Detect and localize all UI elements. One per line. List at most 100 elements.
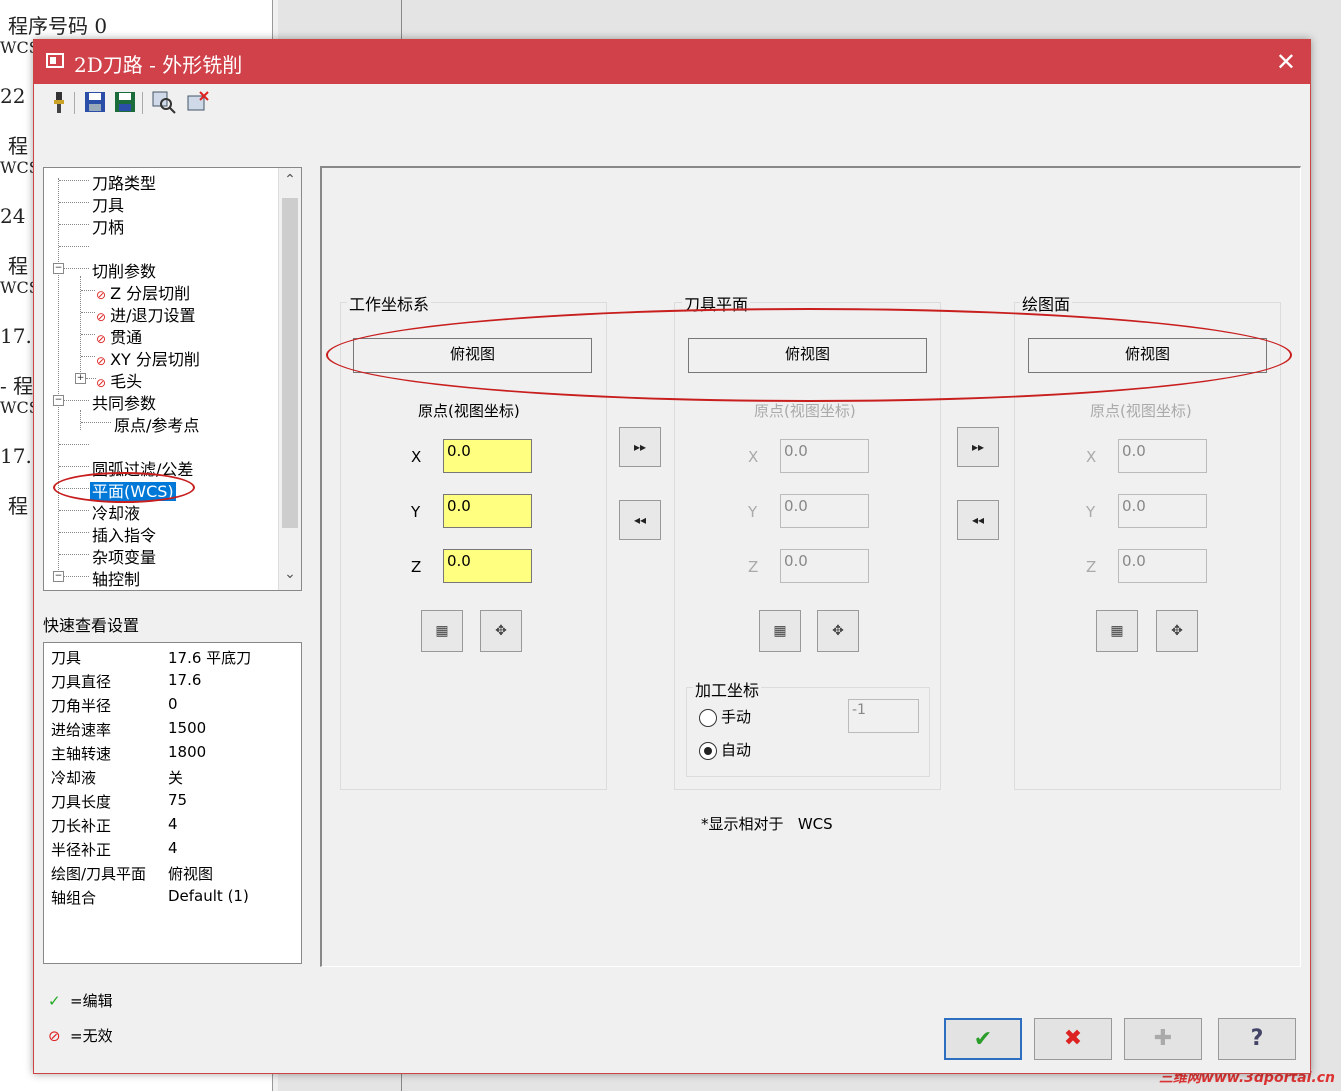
- copy-left-button[interactable]: ◂◂: [957, 500, 999, 540]
- tool-icon[interactable]: [48, 90, 70, 114]
- tree-item-tool[interactable]: 刀具: [92, 192, 124, 216]
- move-icon[interactable]: ✥: [817, 610, 859, 652]
- tree-scrollbar[interactable]: ⌃ ⌄: [278, 168, 301, 590]
- quick-view-title: 快速查看设置: [43, 616, 140, 635]
- tree-item-lead-in-out[interactable]: ⊘ 进/退刀设置: [96, 302, 195, 326]
- tree-guide: [81, 290, 95, 291]
- toolpath-dialog: 2D刀路 - 外形铣削 ✕ 刀路类型 刀具 刀柄 − 切削参数 ⊘ Z 分层切削…: [33, 39, 1311, 1074]
- tree-item-misc-values[interactable]: 杂项变量: [92, 544, 156, 568]
- tree-guide: [59, 444, 89, 445]
- tree-guide: [81, 422, 111, 423]
- copy-right-button[interactable]: ▸▸: [619, 427, 661, 467]
- wcs-z-input[interactable]: 0.0: [443, 549, 532, 583]
- scroll-down-icon[interactable]: ⌄: [279, 566, 301, 582]
- background-text: 程序号码 0: [8, 14, 108, 38]
- wcs-x-input[interactable]: 0.0: [443, 439, 532, 473]
- z-axis-label: Z: [748, 558, 759, 576]
- tree-item-axis-control[interactable]: 轴控制: [92, 566, 140, 590]
- save-all-icon[interactable]: [114, 90, 136, 114]
- tree-item-linking-params[interactable]: 共同参数: [92, 390, 156, 414]
- tree-guide: [59, 532, 89, 533]
- auto-label: 自动: [721, 741, 752, 759]
- invalid-icon: ⊘: [96, 310, 107, 324]
- construction-plane-z-input: 0.0: [1118, 549, 1207, 583]
- move-icon[interactable]: ✥: [480, 610, 522, 652]
- annotation-ellipse: [53, 472, 195, 503]
- background-text: 程: [8, 254, 28, 278]
- copy-right-button[interactable]: ▸▸: [957, 427, 999, 467]
- tool-plane-x-input: 0.0: [780, 439, 869, 473]
- expand-icon[interactable]: +: [75, 373, 86, 384]
- quick-view-table: 刀具 17.6 平底刀 刀具直径 17.6 刀角半径 0 进给速率 1500 主…: [43, 642, 302, 964]
- tree-item-label: 进/退刀设置: [110, 306, 196, 325]
- help-button[interactable]: ?: [1218, 1018, 1296, 1060]
- tree-guide: [59, 466, 89, 467]
- tree-item-holder[interactable]: 刀柄: [92, 214, 124, 238]
- quick-view-key: 绘图/刀具平面: [51, 865, 147, 883]
- tree-item-cut-params[interactable]: 切削参数: [92, 258, 156, 282]
- calculator-icon[interactable]: ▦: [1096, 610, 1138, 652]
- add-button: ✚: [1124, 1018, 1202, 1060]
- quick-view-value: 17.6: [168, 671, 202, 689]
- legend-edit: ✓ =编辑: [48, 990, 113, 1011]
- x-axis-label: X: [411, 448, 422, 466]
- quick-view-key: 刀具: [51, 649, 82, 667]
- z-axis-label: Z: [411, 558, 422, 576]
- tree-item-toolpath-type[interactable]: 刀路类型: [92, 170, 156, 194]
- tree-item-break-through[interactable]: ⊘ 贯通: [96, 324, 142, 348]
- tree-item-coolant[interactable]: 冷却液: [92, 500, 140, 524]
- quick-view-value: 75: [168, 791, 188, 809]
- tree-item-z-depth[interactable]: ⊘ Z 分层切削: [96, 280, 190, 304]
- tree-guide: [64, 400, 89, 401]
- wcs-y-input[interactable]: 0.0: [443, 494, 532, 528]
- scroll-thumb[interactable]: [282, 198, 298, 528]
- close-button[interactable]: ✕: [1276, 48, 1296, 76]
- calculator-icon[interactable]: ▦: [421, 610, 463, 652]
- tree-guide: [80, 276, 81, 378]
- tree-item-canned-text[interactable]: 插入指令: [92, 522, 156, 546]
- tree-item-label: 毛头: [110, 372, 143, 391]
- tree-guide: [59, 224, 89, 225]
- machining-coords-title: 加工坐标: [693, 677, 762, 701]
- background-text: 17.: [0, 324, 32, 348]
- calculator-icon[interactable]: ▦: [759, 610, 801, 652]
- preview-icon[interactable]: [152, 90, 176, 114]
- tool-plane-origin-label: 原点(视图坐标): [754, 402, 856, 420]
- title-bar[interactable]: 2D刀路 - 外形铣削 ✕: [34, 40, 1310, 84]
- tree-guide: [80, 410, 81, 430]
- background-text: 22: [0, 84, 26, 108]
- legend-label: =编辑: [70, 992, 113, 1010]
- ok-button[interactable]: ✔: [944, 1018, 1022, 1060]
- radio-selected-icon: [699, 741, 717, 760]
- checkmark-icon: ✓: [48, 992, 61, 1010]
- wcs-group-title: 工作坐标系: [347, 291, 432, 315]
- tree-guide: [81, 334, 95, 335]
- delete-icon[interactable]: [186, 90, 209, 114]
- tree-guide: [64, 268, 89, 269]
- tree-item-xy-passes[interactable]: ⊘ XY 分层切削: [96, 346, 200, 370]
- move-icon[interactable]: ✥: [1156, 610, 1198, 652]
- copy-left-button[interactable]: ◂◂: [619, 500, 661, 540]
- background-text: 24: [0, 204, 26, 228]
- tree-item-tabs[interactable]: ⊘ 毛头: [96, 368, 142, 392]
- quick-view-key: 主轴转速: [51, 745, 112, 763]
- tree-item-home-ref[interactable]: 原点/参考点: [114, 412, 199, 436]
- wcs-origin-label: 原点(视图坐标): [418, 402, 520, 420]
- scroll-up-icon[interactable]: ⌃: [279, 172, 301, 188]
- quick-view-value: 17.6 平底刀: [168, 649, 252, 667]
- auto-radio[interactable]: 自动: [699, 739, 751, 760]
- invalid-icon: ⊘: [96, 354, 107, 368]
- quick-view-key: 进给速率: [51, 721, 112, 739]
- invalid-icon: ⊘: [96, 288, 107, 302]
- background-text: 17.: [0, 444, 32, 468]
- collapse-icon[interactable]: −: [53, 263, 64, 274]
- manual-radio[interactable]: 手动: [699, 706, 751, 727]
- cancel-button[interactable]: ✖: [1034, 1018, 1112, 1060]
- collapse-icon[interactable]: −: [53, 571, 64, 582]
- collapse-icon[interactable]: −: [53, 395, 64, 406]
- annotation-ellipse: [326, 308, 1292, 402]
- tree-guide: [81, 356, 95, 357]
- parameter-tree[interactable]: 刀路类型 刀具 刀柄 − 切削参数 ⊘ Z 分层切削 ⊘ 进/退刀设置 ⊘ 贯通 ⊘ X…: [43, 167, 302, 591]
- quick-view-value: Default (1): [168, 887, 249, 905]
- save-icon[interactable]: [84, 90, 106, 114]
